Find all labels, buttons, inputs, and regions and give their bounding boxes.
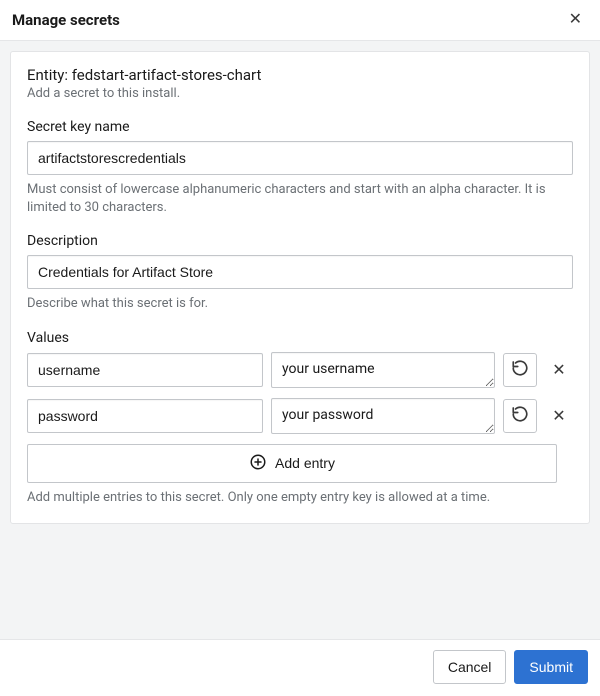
dialog-title: Manage secrets <box>12 11 120 29</box>
remove-value-button[interactable]: ✕ <box>545 353 573 387</box>
values-help: Add multiple entries to this secret. Onl… <box>27 489 573 507</box>
close-icon: ✕ <box>569 11 582 28</box>
value-value-input[interactable]: your username <box>271 352 495 388</box>
add-entry-label: Add entry <box>275 455 335 471</box>
entity-name: fedstart-artifact-stores-chart <box>72 66 262 84</box>
add-entry-button[interactable]: Add entry <box>27 444 557 483</box>
reset-value-button[interactable] <box>503 399 537 433</box>
reset-icon <box>511 359 529 380</box>
remove-icon: ✕ <box>552 406 565 426</box>
cancel-button[interactable]: Cancel <box>433 650 507 684</box>
submit-button[interactable]: Submit <box>514 650 588 684</box>
entity-subtitle: Add a secret to this install. <box>27 86 573 101</box>
values-row: your username ✕ <box>27 352 573 388</box>
value-key-input[interactable] <box>27 399 263 433</box>
reset-value-button[interactable] <box>503 353 537 387</box>
dialog-footer: Cancel Submit <box>0 639 600 696</box>
remove-value-button[interactable]: ✕ <box>545 399 573 433</box>
description-section: Description Describe what this secret is… <box>27 233 573 313</box>
value-key-input[interactable] <box>27 353 263 387</box>
dialog-body: Entity: fedstart-artifact-stores-chart A… <box>0 41 600 639</box>
secret-key-label: Secret key name <box>27 119 573 135</box>
value-value-input[interactable]: your password <box>271 398 495 434</box>
dialog-header: Manage secrets ✕ <box>0 0 600 41</box>
values-label: Values <box>27 330 573 346</box>
secret-key-section: Secret key name Must consist of lowercas… <box>27 119 573 217</box>
close-button[interactable]: ✕ <box>565 10 586 30</box>
description-label: Description <box>27 233 573 249</box>
values-row: your password ✕ <box>27 398 573 434</box>
entity-label-prefix: Entity: <box>27 66 72 84</box>
secret-form-panel: Entity: fedstart-artifact-stores-chart A… <box>10 51 590 524</box>
remove-icon: ✕ <box>552 360 565 380</box>
description-help: Describe what this secret is for. <box>27 295 573 313</box>
plus-circle-icon <box>249 453 267 474</box>
description-input[interactable] <box>27 255 573 289</box>
secret-key-help: Must consist of lowercase alphanumeric c… <box>27 181 573 217</box>
reset-icon <box>511 405 529 426</box>
entity-title: Entity: fedstart-artifact-stores-chart <box>27 66 573 84</box>
manage-secrets-dialog: Manage secrets ✕ Entity: fedstart-artifa… <box>0 0 600 696</box>
secret-key-input[interactable] <box>27 141 573 175</box>
values-section: Values your username ✕ your pass <box>27 330 573 507</box>
